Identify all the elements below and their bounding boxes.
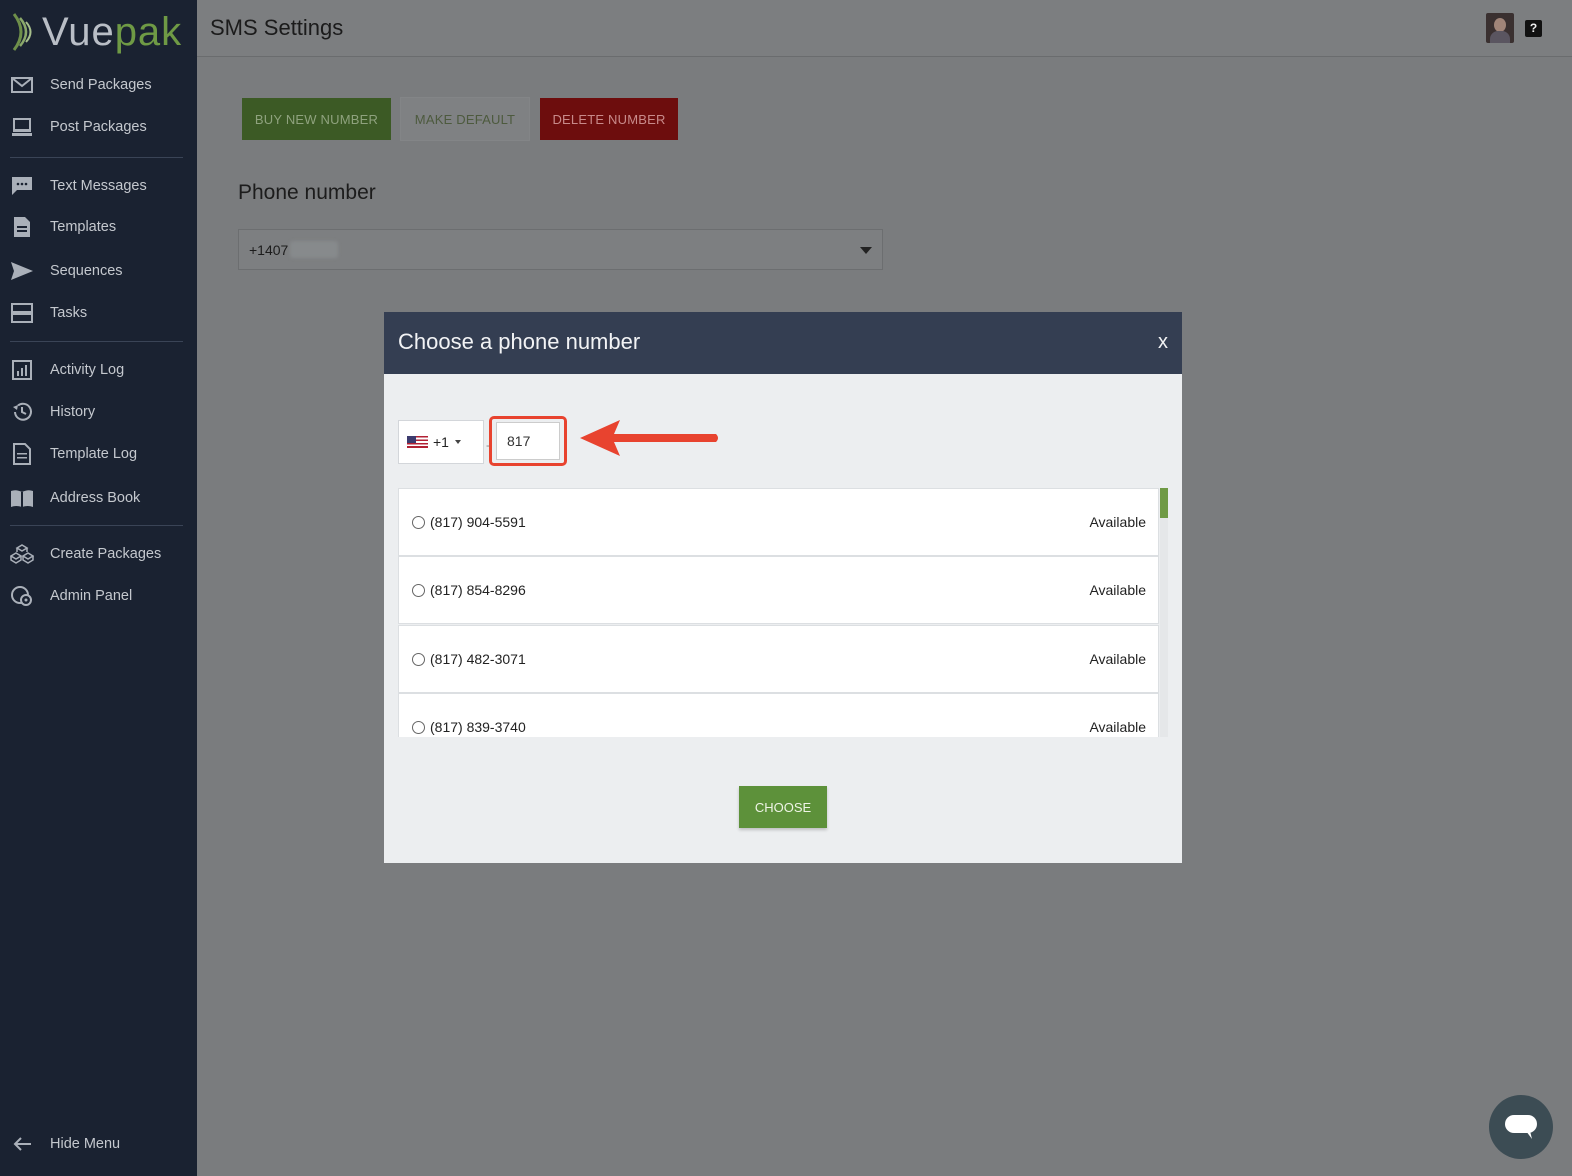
list-item[interactable]: (817) 482-3071 Available (398, 625, 1159, 693)
phone-number: (817) 839-3740 (430, 719, 526, 735)
radio-button[interactable] (412, 515, 425, 529)
chat-widget-button[interactable] (1489, 1095, 1553, 1159)
admin-icon (10, 585, 34, 607)
search-highlight (489, 416, 567, 466)
country-code: +1 (433, 434, 449, 450)
sidebar: Vuepak Send Packages Post Packages Text … (0, 0, 197, 1176)
chart-icon (10, 359, 34, 381)
status-label: Available (1089, 651, 1146, 667)
avatar[interactable] (1486, 13, 1514, 43)
sidebar-item-address-book[interactable]: Address Book (0, 480, 197, 516)
chevron-down-icon (860, 247, 872, 254)
help-icon[interactable]: ? (1525, 20, 1542, 37)
status-label: Available (1089, 514, 1146, 530)
us-flag-icon (407, 436, 428, 448)
sidebar-item-label: Create Packages (50, 546, 162, 562)
sidebar-item-label: Text Messages (50, 178, 147, 194)
nav-divider (10, 525, 183, 526)
phone-number-label: Phone number (238, 181, 376, 204)
sidebar-item-label: Template Log (50, 446, 138, 462)
list-item[interactable]: (817) 839-3740 Available (398, 693, 1159, 737)
document-icon (10, 216, 34, 238)
sidebar-item-sequences[interactable]: Sequences (0, 253, 197, 289)
phone-number-value: +1407 (249, 242, 289, 258)
hide-menu-button[interactable]: Hide Menu (0, 1126, 197, 1162)
sidebar-item-label: Sequences (50, 263, 123, 279)
radio-button[interactable] (412, 652, 425, 666)
sidebar-item-post-packages[interactable]: Post Packages (0, 109, 197, 145)
logo-text: Vuepak (42, 9, 183, 54)
vuepak-logo[interactable]: Vuepak (10, 8, 182, 56)
sidebar-item-text-messages[interactable]: Text Messages (0, 168, 197, 204)
country-code-select[interactable]: +1 (398, 420, 484, 464)
nav-divider (10, 157, 183, 158)
tasks-icon (10, 302, 34, 324)
sidebar-item-template-log[interactable]: Template Log (0, 436, 197, 472)
scrollbar[interactable] (1160, 488, 1168, 737)
sidebar-item-templates[interactable]: Templates (0, 209, 197, 245)
sidebar-item-admin-panel[interactable]: Admin Panel (0, 578, 197, 614)
sidebar-item-label: History (50, 404, 96, 420)
sidebar-item-activity-log[interactable]: Activity Log (0, 352, 197, 388)
list-item[interactable]: (817) 904-5591 Available (398, 488, 1159, 556)
chat-bubble-icon (1505, 1115, 1537, 1139)
file-icon (10, 443, 34, 465)
history-icon (10, 401, 34, 423)
number-list[interactable]: (817) 904-5591 Available (817) 854-8296 … (398, 488, 1168, 737)
make-default-button[interactable]: MAKE DEFAULT (401, 98, 529, 140)
hide-menu-label: Hide Menu (50, 1136, 121, 1152)
sidebar-item-send-packages[interactable]: Send Packages (0, 67, 197, 103)
modal-title: Choose a phone number (398, 329, 641, 354)
sidebar-item-create-packages[interactable]: Create Packages (0, 536, 197, 572)
choose-button[interactable]: CHOOSE (739, 786, 827, 828)
pointer-arrow-icon (580, 420, 718, 456)
delete-number-button[interactable]: DELETE NUMBER (540, 98, 678, 140)
phone-number-select[interactable]: +1407 (238, 229, 883, 270)
sidebar-item-tasks[interactable]: Tasks (0, 295, 197, 331)
area-code-input[interactable] (496, 422, 560, 460)
status-label: Available (1089, 582, 1146, 598)
sidebar-item-label: Tasks (50, 305, 88, 321)
radio-button[interactable] (412, 720, 425, 734)
scrollbar-thumb[interactable] (1160, 488, 1168, 518)
status-label: Available (1089, 719, 1146, 735)
send-icon (10, 260, 34, 282)
cubes-icon (10, 543, 34, 565)
top-header: SMS Settings ? (197, 0, 1572, 57)
sidebar-item-label: Admin Panel (50, 588, 133, 604)
list-item[interactable]: (817) 854-8296 Available (398, 556, 1159, 624)
arrow-left-icon (10, 1133, 34, 1155)
close-button[interactable]: x (1158, 331, 1168, 354)
phone-number: (817) 854-8296 (430, 582, 526, 598)
sidebar-item-label: Templates (50, 219, 117, 235)
chat-icon (10, 175, 34, 197)
modal-header: Choose a phone number x (384, 312, 1182, 374)
redacted-digits (290, 241, 338, 258)
sidebar-item-label: Send Packages (50, 77, 152, 93)
page-title: SMS Settings (210, 15, 344, 40)
choose-number-modal: Choose a phone number x +1 - (817) 904-5… (384, 312, 1182, 863)
book-icon (10, 487, 34, 509)
logo-waves-icon (12, 13, 32, 51)
sidebar-item-label: Activity Log (50, 362, 125, 378)
sidebar-item-label: Address Book (50, 490, 141, 506)
sidebar-item-label: Post Packages (50, 119, 147, 135)
mail-icon (10, 74, 34, 96)
buy-new-number-button[interactable]: BUY NEW NUMBER (242, 98, 391, 140)
monitor-icon (10, 116, 34, 138)
phone-number: (817) 904-5591 (430, 514, 526, 530)
chevron-down-icon (454, 440, 461, 444)
sidebar-item-history[interactable]: History (0, 394, 197, 430)
nav-divider (10, 341, 183, 342)
phone-number: (817) 482-3071 (430, 651, 526, 667)
radio-button[interactable] (412, 583, 425, 597)
